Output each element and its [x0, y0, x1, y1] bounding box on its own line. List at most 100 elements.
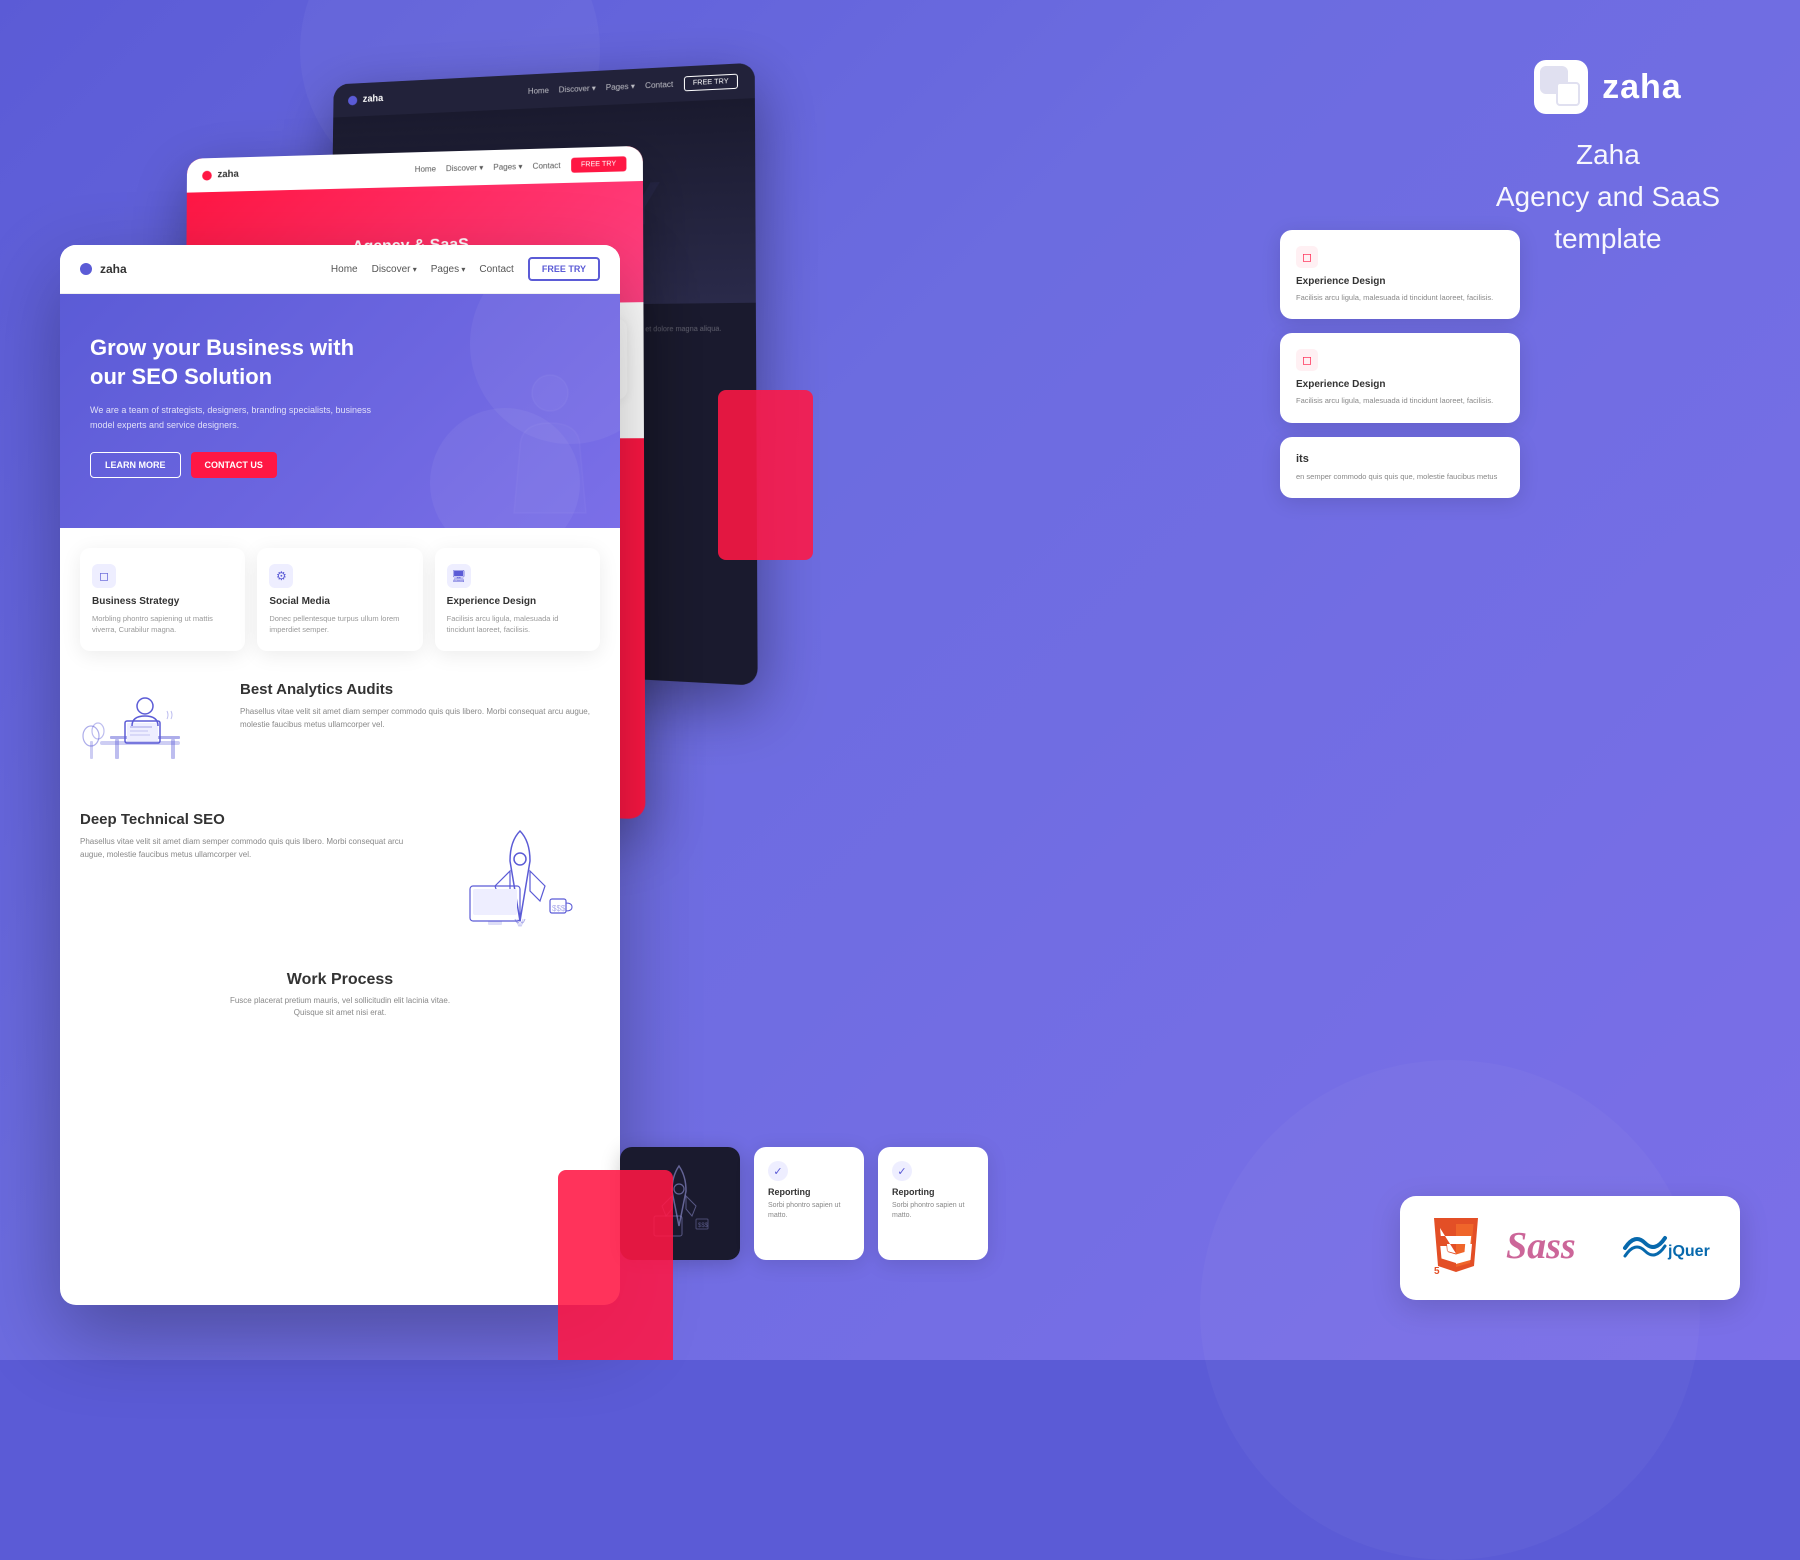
brand-logo-icon — [1534, 60, 1588, 114]
analytics-text: Phasellus vitae velit sit amet diam semp… — [240, 706, 600, 732]
dark-nav-home: Home — [528, 86, 549, 96]
nav-dot-dark — [348, 95, 357, 105]
brand-tagline: ZahaAgency and SaaStemplate — [1496, 134, 1720, 260]
work-title: Work Process — [80, 971, 600, 989]
analytics-title: Best Analytics Audits — [240, 681, 600, 698]
white-nav-cta[interactable]: FREE TRY — [528, 257, 600, 281]
white-nav: zaha Home Discover Pages Contact FREE TR… — [60, 245, 620, 294]
pink-nav-logo: zaha — [202, 169, 239, 181]
pink-nav-contact: Contact — [533, 161, 561, 171]
white-nav-links: Home Discover Pages Contact FREE TRY — [331, 257, 600, 281]
mockups-container: zaha Home Discover ▾ Pages ▾ Contact FRE… — [60, 50, 880, 1330]
pink-nav-home: Home — [415, 165, 436, 174]
reporting-card-1: ✓ Reporting Sorbi phontro sapien ut matt… — [754, 1147, 864, 1260]
right-card-2: ◻ Experience Design Facilisis arcu ligul… — [1280, 333, 1520, 422]
strategy-title: Business Strategy — [92, 596, 233, 607]
pink-nav-discover: Discover ▾ — [446, 163, 483, 173]
seo-text: Phasellus vitae velit sit amet diam semp… — [80, 836, 420, 862]
learn-more-button[interactable]: LEARN MORE — [90, 452, 181, 478]
right-card-text-2: Facilisis arcu ligula, malesuada id tinc… — [1296, 395, 1504, 406]
feature-card-strategy: ◻ Business Strategy Morbling phontro sap… — [80, 548, 245, 652]
right-card-icon-1: ◻ — [1296, 246, 1318, 268]
design-title: Experience Design — [447, 596, 588, 607]
reporting-check-icon-2: ✓ — [892, 1161, 912, 1181]
hero-title: Grow your Business withour SEO Solution — [90, 334, 590, 391]
reporting-check-icon-1: ✓ — [768, 1161, 788, 1181]
work-text: Fusce placerat pretium mauris, vel solli… — [80, 995, 600, 1019]
strategy-text: Morbling phontro sapiening ut mattis viv… — [92, 613, 233, 636]
seo-content: Deep Technical SEO Phasellus vitae velit… — [80, 811, 420, 862]
sass-icon: Sass — [1506, 1224, 1596, 1273]
white-nav-home: Home — [331, 264, 358, 275]
seo-section: Deep Technical SEO Phasellus vitae velit… — [60, 791, 620, 951]
contact-us-button[interactable]: CONTACT US — [191, 452, 277, 478]
reporting-title-1: Reporting — [768, 1187, 850, 1197]
dark-nav-pages: Pages ▾ — [606, 82, 635, 92]
analytics-content: Best Analytics Audits Phasellus vitae ve… — [240, 681, 600, 732]
social-text: Donec pellentesque turpus ullum lorem im… — [269, 613, 410, 636]
analytics-section: Best Analytics Audits Phasellus vitae ve… — [60, 651, 620, 791]
white-card: zaha Home Discover Pages Contact FREE TR… — [60, 245, 620, 1305]
nav-dot-white — [80, 263, 92, 275]
right-feature-cards: ◻ Experience Design Facilisis arcu ligul… — [1280, 230, 1520, 498]
pink-overlay-right — [718, 390, 813, 560]
pink-nav-pages: Pages ▾ — [493, 162, 522, 172]
bg-decoration-2 — [1200, 1060, 1700, 1560]
pink-nav-cta[interactable]: FREE TRY — [571, 156, 627, 173]
seo-title: Deep Technical SEO — [80, 811, 420, 828]
dark-nav-contact: Contact — [645, 80, 673, 90]
svg-text:jQuery: jQuery — [1667, 1243, 1710, 1260]
pink-nav-links: Home Discover ▾ Pages ▾ Contact FREE TRY — [415, 156, 627, 177]
white-hero: Grow your Business withour SEO Solution … — [60, 294, 620, 528]
white-nav-discover: Discover — [372, 264, 417, 275]
hero-subtitle: We are a team of strategists, designers,… — [90, 403, 590, 432]
brand-name: zaha — [1602, 68, 1682, 107]
white-nav-contact: Contact — [479, 264, 513, 275]
right-card-its-label: its — [1296, 453, 1504, 465]
pink-overlay-bottom — [558, 1170, 673, 1360]
feature-cards-row: ◻ Business Strategy Morbling phontro sap… — [60, 528, 620, 652]
design-text: Facilisis arcu ligula, malesuada id tinc… — [447, 613, 588, 636]
right-card-icon-2: ◻ — [1296, 349, 1318, 371]
reporting-text-1: Sorbi phontro sapien ut matto. — [768, 1201, 850, 1221]
jquery-icon: jQuery — [1620, 1228, 1710, 1268]
right-card-title-1: Experience Design — [1296, 276, 1504, 287]
dark-nav-discover: Discover ▾ — [559, 84, 596, 95]
analytics-illustration — [80, 681, 220, 781]
nav-dot-pink — [202, 170, 212, 180]
seo-illustration: $$$ — [440, 811, 600, 931]
svg-text:Sass: Sass — [1506, 1225, 1576, 1264]
social-icon: ⚙ — [269, 564, 293, 588]
html5-icon: 5 — [1430, 1218, 1482, 1278]
dark-brand-name: zaha — [363, 93, 384, 104]
right-card-title-2: Experience Design — [1296, 379, 1504, 390]
svg-text:$$$: $$$ — [552, 904, 566, 913]
brand-section: zaha ZahaAgency and SaaStemplate — [1496, 60, 1720, 260]
svg-text:5: 5 — [1434, 1266, 1440, 1277]
reporting-card-2: ✓ Reporting Sorbi phontro sapien ut matt… — [878, 1147, 988, 1260]
pink-brand-name: zaha — [217, 169, 238, 180]
right-card-1: ◻ Experience Design Facilisis arcu ligul… — [1280, 230, 1520, 319]
feature-card-design: 🖥 Experience Design Facilisis arcu ligul… — [435, 548, 600, 652]
feature-card-social: ⚙ Social Media Donec pellentesque turpus… — [257, 548, 422, 652]
design-icon: 🖥 — [447, 564, 471, 588]
right-card-body-3: en semper commodo quis quis que, molesti… — [1296, 471, 1504, 482]
brand-logo-row: zaha — [1534, 60, 1682, 114]
dark-nav-links: Home Discover ▾ Pages ▾ Contact FREE TRY — [528, 74, 738, 99]
right-card-3: its en semper commodo quis quis que, mol… — [1280, 437, 1520, 498]
tech-logos-section: 5 Sass jQuery — [1400, 1196, 1740, 1300]
white-brand-name: zaha — [100, 262, 127, 276]
reporting-title-2: Reporting — [892, 1187, 974, 1197]
white-nav-pages: Pages — [431, 264, 466, 275]
hero-buttons: LEARN MORE CONTACT US — [90, 452, 590, 478]
right-card-text-1: Facilisis arcu ligula, malesuada id tinc… — [1296, 292, 1504, 303]
reporting-text-2: Sorbi phontro sapien ut matto. — [892, 1201, 974, 1221]
dark-nav-cta[interactable]: FREE TRY — [684, 74, 738, 92]
white-nav-logo: zaha — [80, 262, 127, 276]
bottom-cards-row: $$$ ✓ Reporting Sorbi phontro sapien ut … — [620, 1147, 988, 1260]
dark-nav-logo: zaha — [348, 93, 383, 105]
social-title: Social Media — [269, 596, 410, 607]
work-section: Work Process Fusce placerat pretium maur… — [60, 951, 620, 1019]
svg-text:$$$: $$$ — [698, 1223, 709, 1229]
strategy-icon: ◻ — [92, 564, 116, 588]
